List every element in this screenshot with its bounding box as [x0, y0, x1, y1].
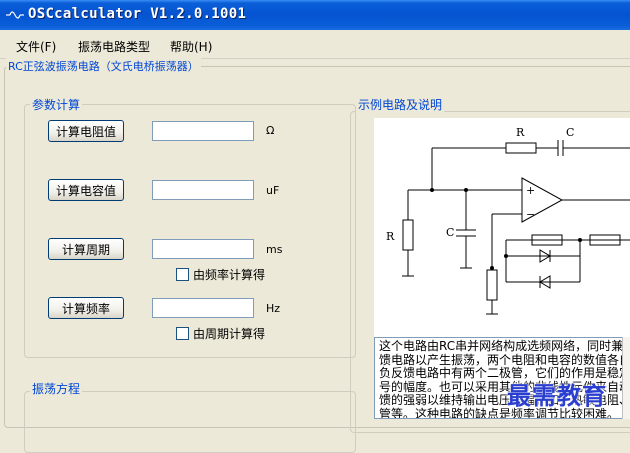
title-bar: OSCcalculator V1.2.0.1001 [0, 0, 630, 30]
watermark-logo: 最需教育 [507, 381, 607, 410]
window-title: OSCcalculator V1.2.0.1001 [28, 6, 247, 22]
menu-file[interactable]: 文件(F) [16, 38, 56, 55]
description-scrollbar[interactable] [622, 337, 630, 419]
frequency-input[interactable] [152, 298, 254, 318]
frequency-unit: Hz [266, 302, 281, 315]
calc-period-button[interactable]: 计算周期 [48, 238, 124, 260]
resistance-input[interactable] [152, 121, 254, 141]
period-input[interactable] [152, 239, 254, 259]
label-r-top: R [516, 126, 525, 139]
menu-oscillator-type[interactable]: 振荡电路类型 [78, 38, 150, 55]
calc-resistance-button[interactable]: 计算电阻值 [48, 120, 124, 142]
circuit-diagram: R C R C + − [374, 118, 630, 339]
period-from-frequency-label: 由频率计算得 [193, 268, 266, 282]
main-group-title: RC正弦波振荡电路（文氏电桥振荡器） [6, 58, 201, 74]
wien-bridge-schematic: R C R C + − [386, 126, 630, 315]
menu-help[interactable]: 帮助(H) [170, 38, 212, 55]
frequency-from-period-checkbox[interactable] [176, 327, 189, 340]
label-minus: − [526, 208, 535, 221]
resistance-unit: Ω [266, 124, 275, 137]
menu-bar: 文件(F) 振荡电路类型 帮助(H) [0, 30, 630, 59]
params-group-title: 参数计算 [30, 96, 83, 113]
capacitance-unit: uF [266, 184, 280, 197]
period-from-frequency-checkbox[interactable] [176, 268, 189, 281]
label-plus: + [526, 184, 535, 197]
equation-group-title: 振荡方程 [30, 380, 83, 397]
label-c-left: C [446, 226, 454, 239]
calc-capacitance-button[interactable]: 计算电容值 [48, 179, 124, 201]
app-icon [6, 11, 24, 19]
params-groupbox [24, 104, 356, 358]
period-unit: ms [266, 243, 283, 256]
label-r-left: R [386, 230, 395, 243]
calc-frequency-button[interactable]: 计算频率 [48, 297, 124, 319]
equation-groupbox [24, 391, 356, 453]
capacitance-input[interactable] [152, 180, 254, 200]
label-c-top: C [566, 126, 574, 139]
example-group-title: 示例电路及说明 [356, 96, 445, 113]
frequency-from-period-label: 由周期计算得 [193, 327, 266, 341]
